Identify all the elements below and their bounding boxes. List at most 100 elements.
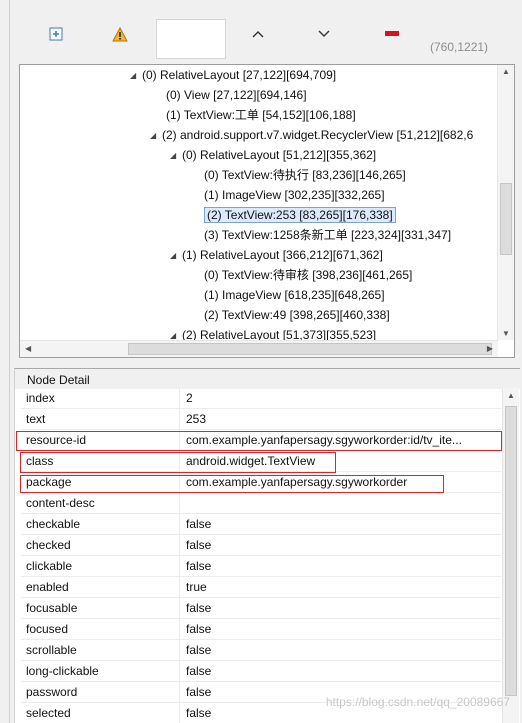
- tree-node[interactable]: (3) TextView:1258条新工单 [223,324][331,347]: [192, 225, 451, 245]
- tree-node[interactable]: ◢ (0) RelativeLayout [27,122][694,709]: [130, 65, 336, 85]
- property-key: focusable: [26, 601, 78, 615]
- table-row[interactable]: index 2: [21, 388, 501, 409]
- tree-node-label[interactable]: (0) TextView:待执行 [83,236][146,265]: [204, 168, 406, 182]
- scroll-up-arrow-icon[interactable]: ▲: [507, 391, 515, 400]
- tree-node[interactable]: ◢ (1) RelativeLayout [366,212][671,362]: [170, 245, 383, 265]
- property-value[interactable]: true: [186, 577, 501, 598]
- property-value[interactable]: false: [186, 619, 501, 640]
- tree-node-label[interactable]: (1) ImageView [618,235][648,265]: [204, 288, 385, 302]
- property-key: resource-id: [26, 433, 87, 447]
- tree-node[interactable]: (1) TextView:工单 [54,152][106,188]: [154, 105, 356, 125]
- expanded-triangle-icon[interactable]: ◢: [150, 126, 162, 146]
- property-key: selected: [26, 706, 71, 720]
- property-key: checkable: [26, 517, 81, 531]
- node-detail-title: Node Detail: [25, 373, 92, 387]
- column-separator[interactable]: [179, 388, 180, 723]
- tree-node[interactable]: ◢ (0) RelativeLayout [51,212][355,362]: [170, 145, 376, 165]
- property-value[interactable]: false: [186, 661, 501, 682]
- table-row[interactable]: focused false: [21, 619, 501, 640]
- chevron-down-icon[interactable]: [310, 20, 338, 48]
- property-key: class: [26, 454, 54, 468]
- tree-node-label[interactable]: (0) RelativeLayout [51,212][355,362]: [182, 148, 376, 162]
- table-row[interactable]: text 253: [21, 409, 501, 430]
- watermark: https://blog.csdn.net/qq_20089667: [325, 695, 510, 709]
- property-key: content-desc: [26, 496, 95, 510]
- tree-node[interactable]: (0) TextView:待执行 [83,236][146,265]: [192, 165, 406, 185]
- tree-node-label[interactable]: (2) TextView:49 [398,265][460,338]: [204, 308, 390, 322]
- scroll-left-arrow-icon[interactable]: ◀: [25, 344, 31, 353]
- detail-vertical-scrollbar[interactable]: ▲: [502, 388, 519, 723]
- tree-node-label[interactable]: (3) TextView:1258条新工单 [223,324][331,347]: [204, 228, 451, 242]
- expanded-triangle-icon[interactable]: ◢: [130, 66, 142, 86]
- property-key: focused: [26, 622, 69, 636]
- table-row[interactable]: class android.widget.TextView: [21, 451, 501, 472]
- toolbar: (760,1221): [10, 12, 522, 64]
- property-key: scrollable: [26, 643, 77, 657]
- table-row[interactable]: resource-id com.example.yanfapersagy.sgyw…: [21, 430, 501, 451]
- table-row[interactable]: clickable false: [21, 556, 501, 577]
- table-row[interactable]: checked false: [21, 535, 501, 556]
- property-key: package: [26, 475, 72, 489]
- property-value[interactable]: false: [186, 556, 501, 577]
- node-detail-panel: Node Detail index 2 text 253 resource-id co…: [14, 368, 521, 723]
- tree-node-label[interactable]: (1) RelativeLayout [366,212][671,362]: [182, 248, 383, 262]
- property-value[interactable]: com.example.yanfapersagy.sgyworkorder:id…: [186, 430, 501, 451]
- property-value[interactable]: com.example.yanfapersagy.sgyworkorder: [186, 472, 501, 493]
- expand-all-icon[interactable]: [42, 20, 70, 48]
- tree-node-label[interactable]: (0) RelativeLayout [27,122][694,709]: [142, 68, 336, 82]
- tree-node[interactable]: (0) View [27,122][694,146]: [154, 85, 307, 105]
- table-row[interactable]: checkable false: [21, 514, 501, 535]
- tree-vertical-scrollbar[interactable]: ▲ ▼: [497, 65, 514, 340]
- property-key: checked: [26, 538, 71, 552]
- property-key: clickable: [26, 559, 73, 573]
- scrollbar-thumb[interactable]: [500, 183, 512, 255]
- scroll-down-arrow-icon[interactable]: ▼: [502, 329, 510, 338]
- coordinates-readout: (760,1221): [430, 40, 489, 54]
- property-key: enabled: [26, 580, 69, 594]
- tree-node[interactable]: (1) ImageView [302,235][332,265]: [192, 185, 385, 205]
- property-value[interactable]: false: [186, 535, 501, 556]
- tree-node-label[interactable]: (1) TextView:工单 [54,152][106,188]: [166, 108, 356, 122]
- expanded-triangle-icon[interactable]: ◢: [170, 146, 182, 166]
- hierarchy-tree[interactable]: ◢ (0) RelativeLayout [27,122][694,709] (0…: [19, 64, 515, 358]
- tree-node-label[interactable]: (0) TextView:待审核 [398,236][461,265]: [204, 268, 412, 282]
- property-key: text: [26, 412, 46, 426]
- property-value[interactable]: false: [186, 640, 501, 661]
- tree-node[interactable]: (2) TextView:49 [398,265][460,338]: [192, 305, 390, 325]
- scroll-right-arrow-icon[interactable]: ▶: [487, 344, 493, 353]
- scrollbar-thumb[interactable]: [128, 343, 492, 355]
- table-row[interactable]: focusable false: [21, 598, 501, 619]
- property-value[interactable]: android.widget.TextView: [186, 451, 501, 472]
- table-row[interactable]: enabled true: [21, 577, 501, 598]
- tree-node-label[interactable]: (0) View [27,122][694,146]: [166, 88, 307, 102]
- property-table[interactable]: index 2 text 253 resource-id com.example.ya…: [21, 388, 501, 723]
- tree-node-label[interactable]: (2) android.support.v7.widget.RecyclerVi…: [162, 128, 473, 142]
- expanded-triangle-icon[interactable]: ◢: [170, 246, 182, 266]
- property-value[interactable]: false: [186, 598, 501, 619]
- table-row[interactable]: scrollable false: [21, 640, 501, 661]
- scrollbar-thumb[interactable]: [505, 406, 517, 696]
- tree-node[interactable]: (1) ImageView [618,235][648,265]: [192, 285, 385, 305]
- property-key: index: [26, 391, 55, 405]
- left-splitter[interactable]: [0, 0, 10, 723]
- property-value[interactable]: 253: [186, 409, 501, 430]
- screenshot-placeholder[interactable]: [156, 19, 226, 59]
- minus-icon[interactable]: [378, 20, 406, 48]
- tree-node-label[interactable]: (1) ImageView [302,235][332,265]: [204, 188, 385, 202]
- tree-node[interactable]: (0) TextView:待审核 [398,236][461,265]: [192, 265, 412, 285]
- tree-node[interactable]: ◢ (2) android.support.v7.widget.RecyclerV…: [150, 125, 473, 145]
- property-key: password: [26, 685, 78, 699]
- property-value[interactable]: 2: [186, 388, 501, 409]
- tree-node-label[interactable]: (2) TextView:253 [83,265][176,338]: [204, 207, 396, 223]
- tree-node-selected[interactable]: (2) TextView:253 [83,265][176,338]: [192, 205, 396, 225]
- uiautomator-viewer: (760,1221) ◢ (0) RelativeLayout [27,122][…: [0, 0, 522, 723]
- table-row[interactable]: package com.example.yanfapersagy.sgyworko…: [21, 472, 501, 493]
- table-row[interactable]: content-desc: [21, 493, 501, 514]
- property-value[interactable]: false: [186, 514, 501, 535]
- scroll-up-arrow-icon[interactable]: ▲: [502, 67, 510, 76]
- warning-icon[interactable]: [106, 20, 134, 48]
- property-key: long-clickable: [26, 664, 99, 678]
- table-row[interactable]: long-clickable false: [21, 661, 501, 682]
- tree-horizontal-scrollbar[interactable]: ◀ ▶: [20, 340, 498, 357]
- chevron-up-icon[interactable]: [244, 20, 272, 48]
